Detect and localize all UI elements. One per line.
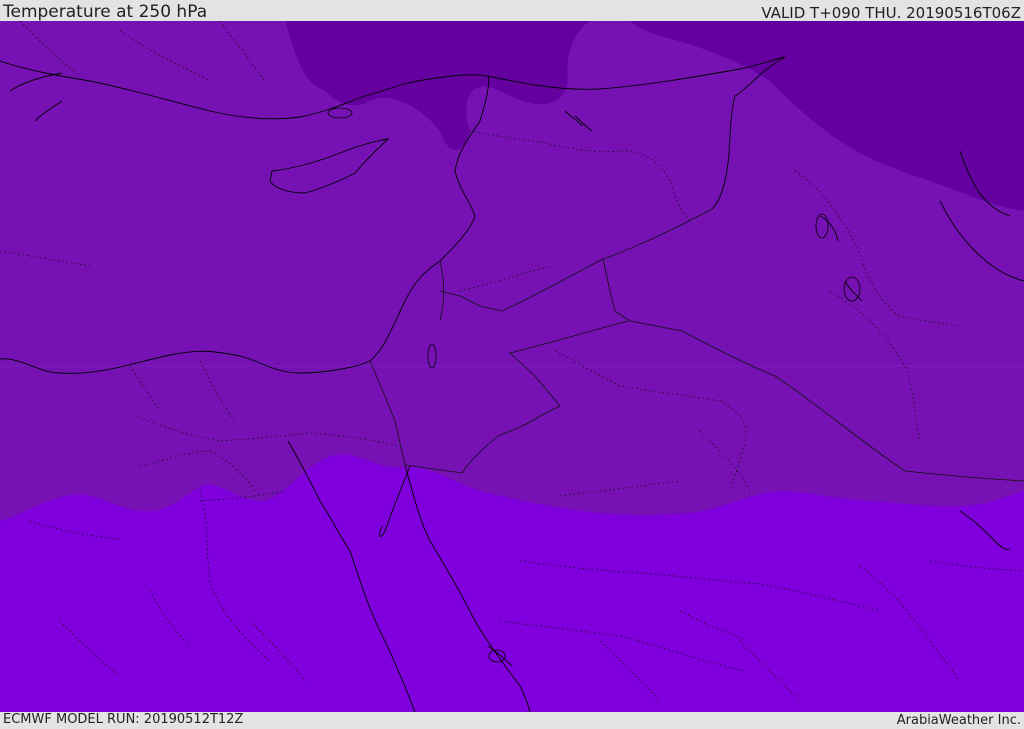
header-bar: Temperature at 250 hPa VALID T+090 THU. … (0, 0, 1024, 21)
map-canvas (0, 21, 1024, 712)
footer-bar: ECMWF MODEL RUN: 20190512T12Z ArabiaWeat… (0, 712, 1024, 729)
map-title: Temperature at 250 hPa (3, 2, 208, 22)
valid-time: VALID T+090 THU. 20190516T06Z (761, 4, 1021, 22)
temperature-map (0, 21, 1024, 712)
credit-text: ArabiaWeather Inc. (896, 713, 1021, 728)
model-run: ECMWF MODEL RUN: 20190512T12Z (3, 712, 244, 727)
warm-blob (791, 521, 817, 543)
